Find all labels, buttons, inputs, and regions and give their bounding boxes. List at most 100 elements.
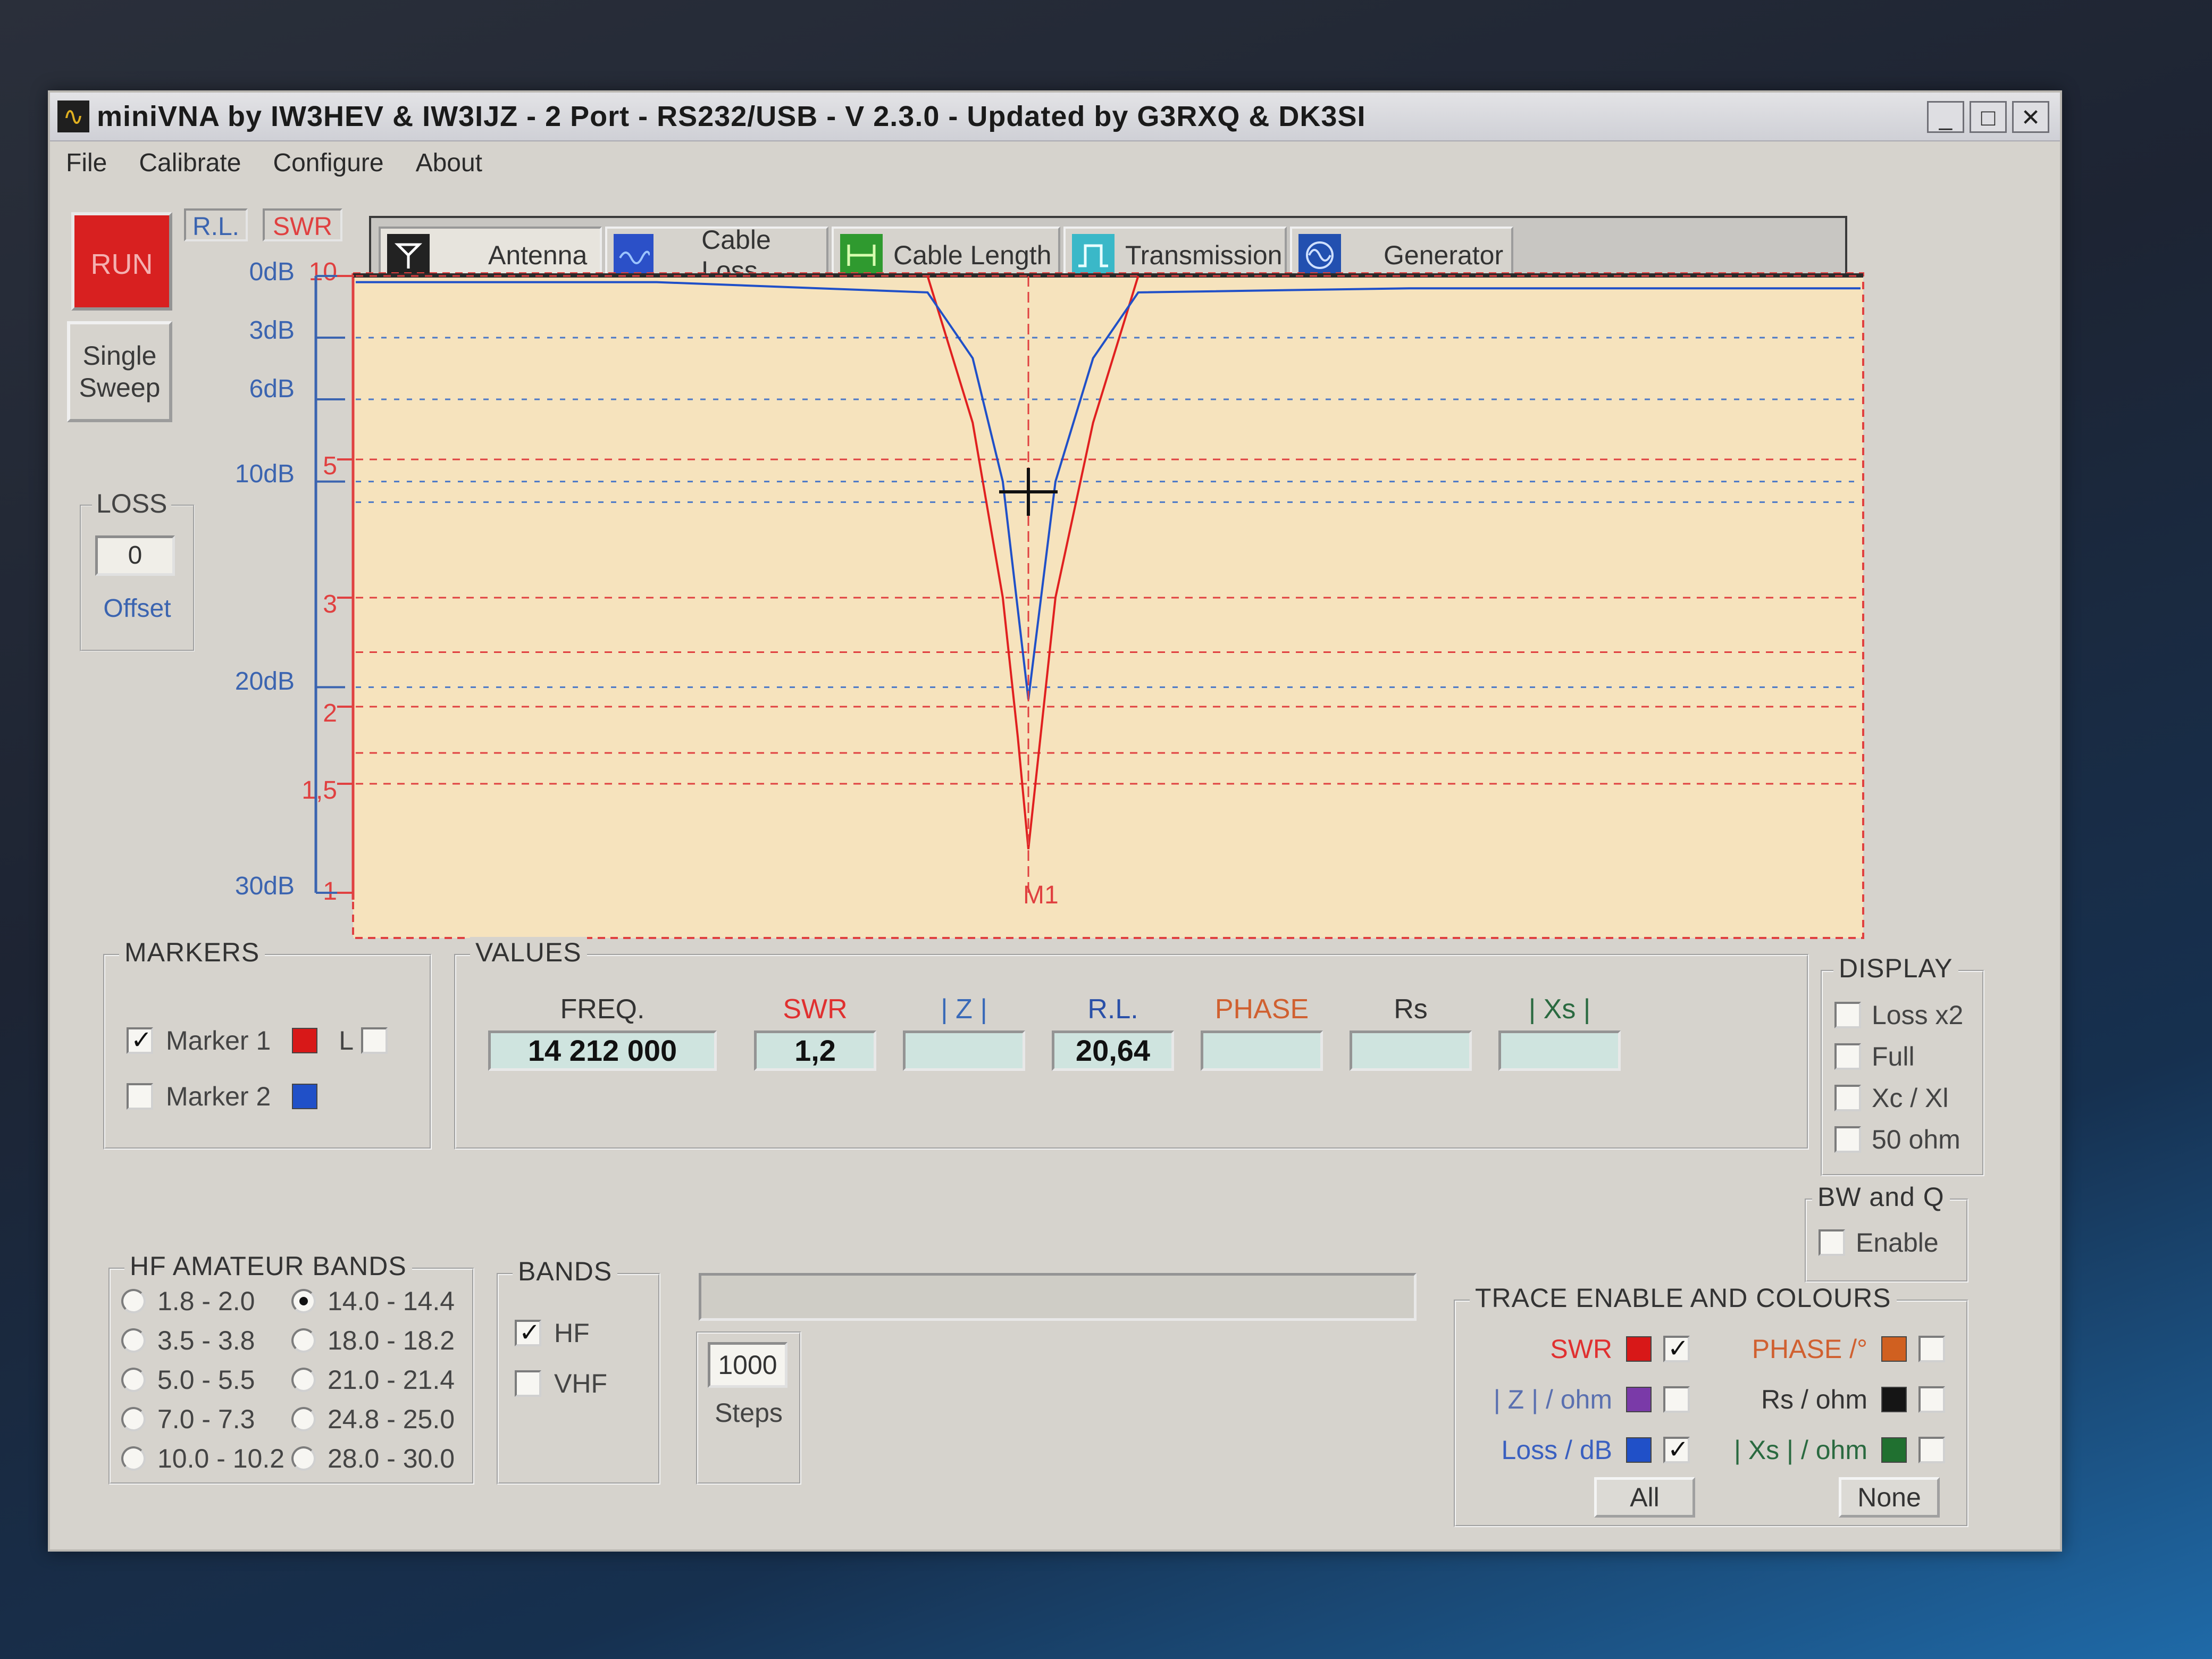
trace-row: | Xs | / ohm xyxy=(1722,1435,1945,1465)
display-loss-x2-row: Loss x2 xyxy=(1834,1000,1963,1030)
hf-band-label: 14.0 - 14.4 xyxy=(328,1286,455,1316)
sweep-plot[interactable]: M1 xyxy=(50,93,2060,996)
swr-value: 1,2 xyxy=(754,1030,876,1071)
hf-band-label: 1.8 - 2.0 xyxy=(157,1286,255,1316)
marker1-l-checkbox[interactable] xyxy=(361,1027,388,1054)
bw-q-group: BW and Q Enable xyxy=(1805,1182,1968,1283)
trace-color-swatch[interactable] xyxy=(1626,1336,1652,1362)
hf-band-label: 18.0 - 18.2 xyxy=(328,1326,455,1355)
trace-color-swatch[interactable] xyxy=(1881,1387,1907,1412)
trace-all-button[interactable]: All xyxy=(1594,1477,1695,1518)
trace-color-swatch[interactable] xyxy=(1881,1336,1907,1362)
hf-band-radio[interactable] xyxy=(121,1328,146,1353)
steps-label: Steps xyxy=(715,1398,783,1428)
hf-band-right-row-4: 28.0 - 30.0 xyxy=(291,1443,455,1474)
hf-band-left-row-1: 3.5 - 3.8 xyxy=(121,1325,255,1356)
trace-enable-checkbox[interactable] xyxy=(1663,1386,1690,1413)
hf-band-label: 24.8 - 25.0 xyxy=(328,1404,455,1434)
xs-label: | Xs | xyxy=(1528,994,1591,1025)
hf-band-left-row-3: 7.0 - 7.3 xyxy=(121,1404,255,1435)
hf-band-right-row-2: 21.0 - 21.4 xyxy=(291,1364,455,1395)
marker1-checkbox[interactable] xyxy=(127,1025,153,1055)
hf-band-radio[interactable] xyxy=(121,1289,146,1313)
hf-band-label: 21.0 - 21.4 xyxy=(328,1365,455,1395)
rs-value xyxy=(1350,1030,1472,1071)
hf-band-radio[interactable] xyxy=(291,1368,316,1392)
display-xc-xl-row: Xc / Xl xyxy=(1834,1083,1948,1113)
sweep-progress-bar xyxy=(699,1273,1417,1321)
marker1-color-swatch[interactable] xyxy=(292,1028,318,1053)
trace-title: TRACE ENABLE AND COLOURS xyxy=(1470,1283,1897,1313)
swr-label: SWR xyxy=(783,994,848,1025)
bw-q-enable-row: Enable xyxy=(1819,1227,1939,1258)
xc-xl-checkbox[interactable] xyxy=(1834,1085,1861,1111)
hf-label: HF xyxy=(554,1318,590,1348)
freq-label: FREQ. xyxy=(560,994,645,1025)
z-label: | Z | xyxy=(941,994,987,1025)
steps-group: 1000 Steps xyxy=(696,1331,801,1485)
marker1-row: Marker 1 L xyxy=(127,1025,388,1056)
hf-band-right-row-3: 24.8 - 25.0 xyxy=(291,1404,455,1435)
marker1-l-label: L xyxy=(339,1026,354,1055)
rs-label: Rs xyxy=(1394,994,1428,1025)
full-checkbox[interactable] xyxy=(1834,1043,1861,1070)
50-ohm-label: 50 ohm xyxy=(1872,1125,1960,1154)
hf-checkbox[interactable] xyxy=(515,1318,541,1347)
hf-band-label: 7.0 - 7.3 xyxy=(157,1404,255,1434)
50-ohm-checkbox[interactable] xyxy=(1834,1126,1861,1153)
hf-band-radio[interactable] xyxy=(291,1328,316,1353)
trace-enable-checkbox[interactable] xyxy=(1663,1435,1690,1464)
display-full-row: Full xyxy=(1834,1041,1915,1072)
trace-color-swatch[interactable] xyxy=(1881,1437,1907,1463)
hf-band-label: 28.0 - 30.0 xyxy=(328,1444,455,1473)
marker2-color-swatch[interactable] xyxy=(292,1084,318,1109)
trace-color-swatch[interactable] xyxy=(1626,1437,1652,1463)
marker2-checkbox[interactable] xyxy=(127,1083,153,1110)
trace-row: SWR xyxy=(1467,1334,1690,1364)
hf-band-radio[interactable] xyxy=(121,1446,146,1471)
values-title: VALUES xyxy=(470,937,587,968)
trace-label: Loss / dB xyxy=(1501,1435,1612,1465)
loss-x2-label: Loss x2 xyxy=(1872,1000,1964,1030)
vhf-checkbox[interactable] xyxy=(515,1370,541,1397)
hf-band-left-row-2: 5.0 - 5.5 xyxy=(121,1364,255,1395)
hf-band-label: 10.0 - 10.2 xyxy=(157,1444,285,1473)
phase-value xyxy=(1201,1030,1323,1071)
trace-group: TRACE ENABLE AND COLOURS SWR PHASE /° | Z … xyxy=(1454,1283,1968,1527)
hf-band-radio[interactable] xyxy=(121,1407,146,1431)
hf-band-radio[interactable] xyxy=(291,1289,316,1313)
bw-q-enable-label: Enable xyxy=(1856,1228,1939,1258)
trace-label: Rs / ohm xyxy=(1761,1385,1867,1414)
hf-band-left-row-4: 10.0 - 10.2 xyxy=(121,1443,284,1474)
bw-q-enable-checkbox[interactable] xyxy=(1819,1229,1845,1256)
markers-title: MARKERS xyxy=(119,937,265,968)
full-label: Full xyxy=(1872,1042,1915,1071)
trace-label: PHASE /° xyxy=(1752,1334,1867,1364)
hf-band-right-row-0: 14.0 - 14.4 xyxy=(291,1286,455,1317)
trace-enable-checkbox[interactable] xyxy=(1663,1334,1690,1363)
marker-m1-label: M1 xyxy=(1023,881,1059,909)
trace-enable-checkbox[interactable] xyxy=(1918,1336,1945,1362)
marker1-label: Marker 1 xyxy=(166,1026,271,1055)
trace-color-swatch[interactable] xyxy=(1626,1387,1652,1412)
steps-input[interactable]: 1000 xyxy=(708,1342,787,1388)
hf-band-left-row-0: 1.8 - 2.0 xyxy=(121,1286,255,1317)
marker2-row: Marker 2 xyxy=(127,1081,318,1112)
bands-title: BANDS xyxy=(513,1256,618,1287)
band-hf-row: HF xyxy=(515,1318,590,1348)
trace-row: Loss / dB xyxy=(1467,1435,1690,1465)
hf-band-radio[interactable] xyxy=(291,1407,316,1431)
xs-value xyxy=(1498,1030,1621,1071)
loss-x2-checkbox[interactable] xyxy=(1834,1002,1861,1028)
trace-label: SWR xyxy=(1550,1334,1612,1364)
hf-band-radio[interactable] xyxy=(121,1368,146,1392)
trace-enable-checkbox[interactable] xyxy=(1918,1437,1945,1463)
hf-bands-group: HF AMATEUR BANDS 1.8 - 2.0 3.5 - 3.8 5.0 -… xyxy=(108,1251,474,1485)
z-value xyxy=(903,1030,1025,1071)
values-group: VALUES FREQ. 14 212 000 SWR 1,2 | Z | R.… xyxy=(454,937,1809,1150)
markers-group: MARKERS Marker 1 L Marker 2 xyxy=(103,937,432,1150)
trace-none-button[interactable]: None xyxy=(1839,1477,1940,1518)
hf-band-radio[interactable] xyxy=(291,1446,316,1471)
trace-enable-checkbox[interactable] xyxy=(1918,1386,1945,1413)
display-50ohm-row: 50 ohm xyxy=(1834,1124,1960,1155)
